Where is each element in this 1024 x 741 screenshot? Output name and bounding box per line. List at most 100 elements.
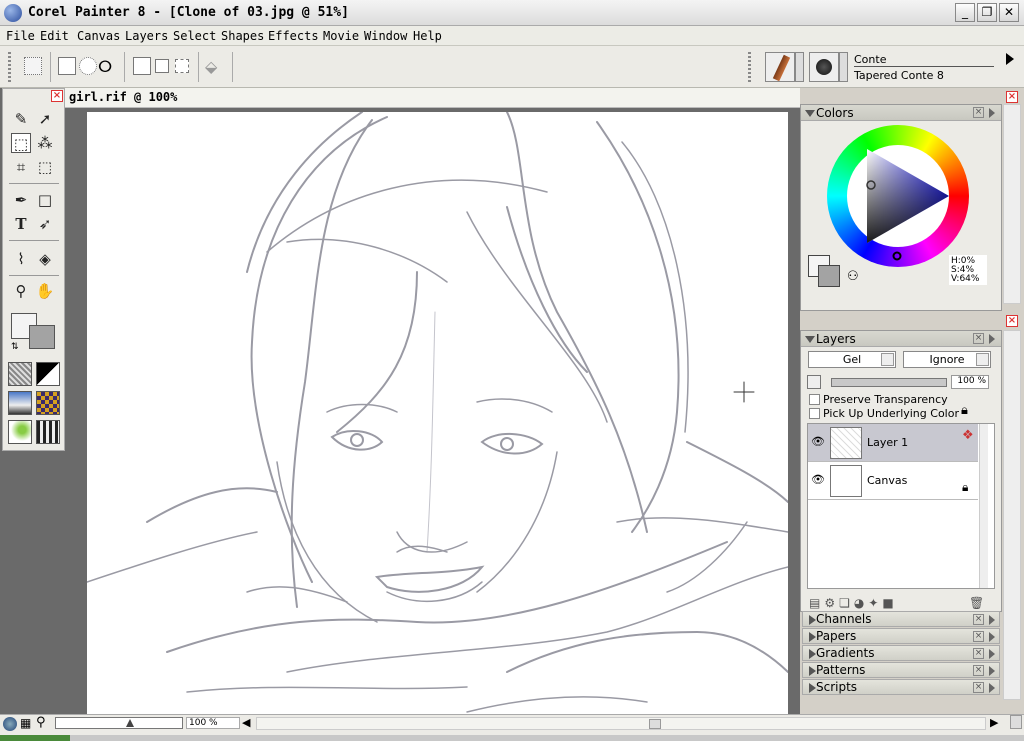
magic-wand-tool-icon[interactable]: ⁂ [35, 133, 55, 153]
restore-button[interactable]: ❐ [977, 3, 997, 22]
crop-tool-icon[interactable]: ⌗ [11, 157, 31, 177]
add-selection-button[interactable] [155, 59, 169, 73]
objects-palette-close-icon[interactable]: × [1006, 315, 1018, 327]
painter-globe-icon[interactable] [3, 717, 17, 731]
new-layer-icon[interactable]: ✦ [868, 596, 882, 610]
rectangle-shape-tool-icon[interactable]: □ [35, 190, 55, 210]
trash-icon[interactable]: 🗑︎ [969, 596, 988, 610]
panel-close-icon[interactable]: × [973, 333, 984, 344]
swap-colors-icon[interactable]: ⇅ [11, 342, 19, 352]
colors-palette-close-icon[interactable]: × [1006, 91, 1018, 103]
menu-layers[interactable]: Layers [125, 29, 168, 43]
toolbox-close-icon[interactable]: × [51, 90, 63, 102]
text-tool-icon[interactable]: T [11, 214, 31, 234]
layer-row-layer-1[interactable]: 👁︎ Layer 1 ❖ [808, 424, 978, 462]
layer-attributes-icon[interactable]: ▤ [809, 596, 824, 610]
gradients-panel-header[interactable]: Gradients × [802, 645, 1000, 661]
saturation-value-triangle[interactable] [827, 125, 969, 267]
panel-menu-arrow-icon[interactable] [989, 632, 995, 642]
menu-canvas[interactable]: Canvas [77, 29, 120, 43]
clone-color-stamp-icon[interactable]: ⚇ [847, 269, 859, 284]
panel-menu-arrow-icon[interactable] [989, 649, 995, 659]
expand-triangle-icon[interactable] [809, 683, 816, 693]
preserve-transparency-checkbox[interactable] [809, 394, 820, 405]
panel-menu-arrow-icon[interactable] [989, 108, 995, 118]
scripts-panel-header[interactable]: Scripts × [802, 679, 1000, 695]
menu-movie[interactable]: Movie [323, 29, 359, 43]
collapse-triangle-icon[interactable] [805, 110, 815, 117]
menu-select[interactable]: Select [173, 29, 216, 43]
layer-row-canvas[interactable]: 👁︎ Canvas 🔒︎ [808, 462, 978, 500]
expand-triangle-icon[interactable] [809, 632, 816, 642]
brush-tool-icon[interactable]: ✎ [11, 109, 31, 129]
eye-icon[interactable]: 👁︎ [811, 435, 825, 448]
channels-panel-header[interactable]: Channels × [802, 611, 1000, 627]
menu-effects[interactable]: Effects [268, 29, 319, 43]
panel-close-icon[interactable]: × [973, 107, 984, 118]
grabber-hand-tool-icon[interactable]: ✋ [35, 281, 55, 301]
scroll-right-arrow-icon[interactable]: ▶ [990, 716, 998, 729]
oval-select-button[interactable] [79, 57, 97, 75]
pattern-selector[interactable] [8, 391, 32, 415]
dynamic-plugins-icon[interactable]: ⚙ [824, 596, 839, 610]
patterns-panel-header[interactable]: Patterns × [802, 662, 1000, 678]
panel-menu-arrow-icon[interactable] [989, 666, 995, 676]
composite-depth-select[interactable]: Ignore [903, 351, 991, 368]
panel-close-icon[interactable]: × [973, 665, 984, 676]
layers-panel-header[interactable]: Layers × [801, 331, 1001, 347]
expand-triangle-icon[interactable] [809, 615, 816, 625]
opacity-slider[interactable] [831, 378, 947, 387]
drawing-canvas[interactable] [87, 112, 788, 714]
size-grip[interactable] [1010, 715, 1022, 729]
objects-dock-scrollbar[interactable] [1003, 330, 1021, 700]
magnifier-tool-icon[interactable]: ⚲ [11, 281, 31, 301]
papers-panel-header[interactable]: Papers × [802, 628, 1000, 644]
horizontal-scrollbar[interactable] [256, 717, 986, 730]
gradient-selector[interactable] [36, 362, 60, 386]
menu-help[interactable]: Help [413, 29, 442, 43]
pen-tool-icon[interactable]: ✒ [11, 190, 31, 210]
menu-file[interactable]: File [6, 29, 35, 43]
scrollbar-thumb[interactable] [649, 719, 661, 729]
toolbar-grip[interactable] [8, 52, 11, 82]
dropper-tool-icon[interactable]: ⌇ [11, 249, 31, 269]
menu-edit[interactable]: Edit [40, 29, 69, 43]
colors-secondary-swatch[interactable] [818, 265, 840, 287]
layer-group-icon[interactable]: ❏ [839, 596, 854, 610]
minimize-button[interactable]: _ [955, 3, 975, 22]
panel-close-icon[interactable]: × [973, 631, 984, 642]
paper-selector[interactable] [8, 362, 32, 386]
selection-reset-button[interactable] [24, 57, 42, 75]
brush-variant-selector[interactable] [809, 52, 839, 82]
panel-close-icon[interactable]: × [973, 682, 984, 693]
menu-window[interactable]: Window [364, 29, 407, 43]
menu-shapes[interactable]: Shapes [221, 29, 264, 43]
panel-close-icon[interactable]: × [973, 648, 984, 659]
brush-category-selector[interactable] [765, 52, 795, 82]
paint-bucket-tool-icon[interactable]: ◈ [35, 249, 55, 269]
scroll-left-arrow-icon[interactable]: ◀ [242, 716, 250, 729]
lock-icon[interactable]: 🔒︎ [962, 480, 968, 495]
zoom-slider-thumb[interactable] [126, 719, 134, 727]
expand-triangle-icon[interactable] [809, 649, 816, 659]
nozzle-selector[interactable] [8, 420, 32, 444]
lock-icon[interactable]: 🔒︎ [961, 403, 968, 418]
zoom-magnifier-icon[interactable]: ⚲ [36, 715, 46, 730]
composite-method-select[interactable]: Gel [808, 351, 896, 368]
colors-dock-scrollbar[interactable] [1003, 104, 1021, 304]
brush-category-dropdown[interactable] [795, 52, 804, 82]
colors-panel-header[interactable]: Colors × [801, 105, 1001, 121]
view-grid-icon[interactable]: ▦ [20, 716, 31, 730]
look-selector[interactable] [36, 420, 60, 444]
expand-triangle-icon[interactable] [809, 666, 816, 676]
subtract-selection-button[interactable] [175, 59, 189, 73]
brush-bar-grip[interactable] [748, 52, 751, 82]
panel-menu-arrow-icon[interactable] [989, 615, 995, 625]
brush-variant-dropdown[interactable] [839, 52, 848, 82]
create-mask-icon[interactable]: ■ [882, 596, 897, 610]
zoom-slider[interactable] [55, 717, 183, 729]
eye-icon[interactable]: 👁︎ [811, 473, 825, 486]
layer-adjuster-tool-icon[interactable]: ➚ [35, 109, 55, 129]
selection-adjuster-tool-icon[interactable]: ⬚ [35, 157, 55, 177]
layers-list-scrollbar[interactable] [979, 424, 988, 588]
